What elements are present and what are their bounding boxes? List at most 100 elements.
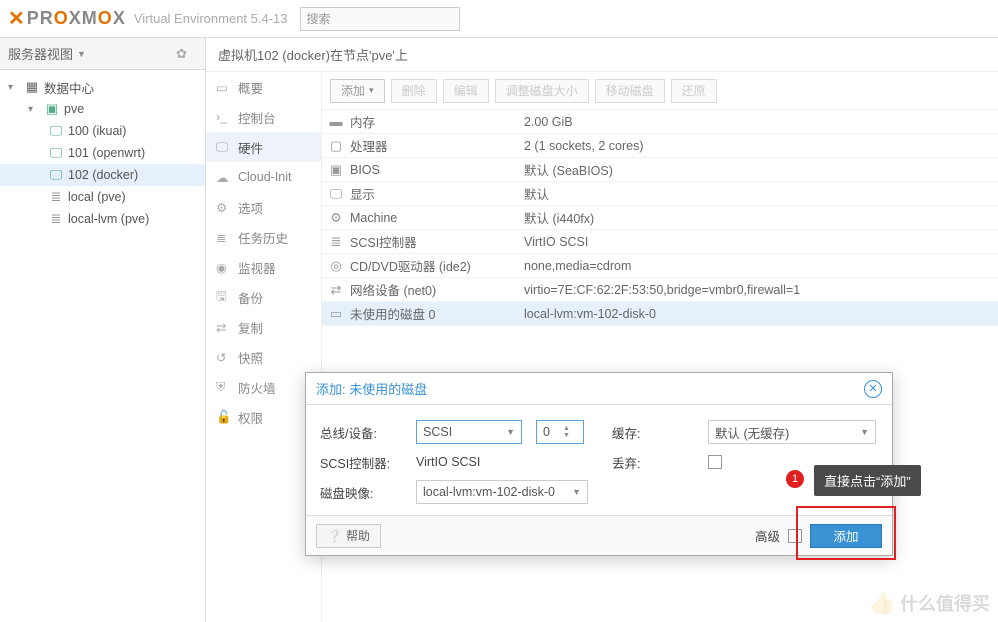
monitor-icon: 🖵 bbox=[48, 167, 64, 183]
nav-summary[interactable]: ▭概要 bbox=[206, 72, 321, 102]
tree-item-vm-101[interactable]: 🖵 101 (openwrt) bbox=[0, 142, 205, 164]
hw-row-cdrom[interactable]: ◎CD/DVD驱动器 (ide2)none,media=cdrom bbox=[322, 254, 998, 278]
nav-cloud-init[interactable]: ☁Cloud-Init bbox=[206, 162, 321, 192]
expander-icon[interactable]: ▾ bbox=[28, 104, 40, 115]
bus-number-stepper[interactable]: 0 ▲▼ bbox=[536, 420, 584, 444]
dialog-title: 添加: 未使用的磁盘 bbox=[316, 379, 427, 398]
tree-item-node[interactable]: ▾ ▣ pve bbox=[0, 98, 205, 120]
nav-firewall[interactable]: ⛨防火墙 bbox=[206, 372, 321, 402]
discard-checkbox[interactable] bbox=[708, 455, 722, 469]
disc-icon: ◎ bbox=[322, 258, 350, 274]
nav-hardware[interactable]: 🖵硬件 bbox=[206, 132, 321, 162]
hw-row-net[interactable]: ⇄网络设备 (net0)virtio=7E:CF:62:2F:53:50,bri… bbox=[322, 278, 998, 302]
chevron-down-icon: ▼ bbox=[77, 49, 86, 59]
env-version: Virtual Environment 5.4-13 bbox=[134, 11, 288, 26]
database-icon: ≣ bbox=[48, 211, 64, 227]
nav-options[interactable]: ⚙选项 bbox=[206, 192, 321, 222]
search-input[interactable]: 搜索 bbox=[300, 7, 460, 31]
tree-item-storage-local[interactable]: ≣ local (pve) bbox=[0, 186, 205, 208]
tree-item-vm-102[interactable]: 🖵 102 (docker) bbox=[0, 164, 205, 186]
remove-button[interactable]: 删除 bbox=[391, 79, 437, 103]
nav-console[interactable]: ›_控制台 bbox=[206, 102, 321, 132]
nav-replication[interactable]: ⇄复制 bbox=[206, 312, 321, 342]
lock-icon: 🔓 bbox=[216, 410, 230, 425]
chevron-down-icon: ▾ bbox=[369, 85, 374, 96]
tree-item-vm-100[interactable]: 🖵 100 (ikuai) bbox=[0, 120, 205, 142]
discard-label: 丢弃: bbox=[612, 453, 700, 472]
chevron-down-icon: ▼ bbox=[572, 487, 581, 497]
move-disk-button[interactable]: 移动磁盘 bbox=[595, 79, 665, 103]
logo-x-icon: ✕ bbox=[8, 6, 25, 31]
expander-icon[interactable]: ▾ bbox=[8, 82, 20, 93]
dialog-add-button[interactable]: 添加 bbox=[810, 524, 882, 548]
logo-text: PROXMOX bbox=[27, 8, 126, 29]
top-header: ✕ PROXMOX Virtual Environment 5.4-13 搜索 bbox=[0, 0, 998, 38]
chevron-down-icon: ▼ bbox=[860, 427, 869, 437]
restore-button[interactable]: 还原 bbox=[671, 79, 717, 103]
network-icon: ⇄ bbox=[322, 282, 350, 298]
cache-label: 缓存: bbox=[612, 423, 700, 442]
dialog-body: 总线/设备: SCSI ▼ 0 ▲▼ SCSI控制器: VirtIO SCSI … bbox=[306, 405, 892, 515]
gear-icon: ⚙ bbox=[216, 200, 230, 215]
advanced-checkbox[interactable] bbox=[788, 529, 802, 543]
edit-button[interactable]: 编辑 bbox=[443, 79, 489, 103]
logo: ✕ PROXMOX bbox=[8, 6, 126, 31]
tree-item-storage-local-lvm[interactable]: ≣ local-lvm (pve) bbox=[0, 208, 205, 230]
bus-type-select[interactable]: SCSI ▼ bbox=[416, 420, 522, 444]
dialog-left-col: 总线/设备: SCSI ▼ 0 ▲▼ SCSI控制器: VirtIO SCSI … bbox=[320, 417, 588, 507]
nav-monitor[interactable]: ◉监视器 bbox=[206, 252, 321, 282]
hw-row-memory[interactable]: ▬内存2.00 GiB bbox=[322, 110, 998, 134]
watermark: 👍 什么值得买 bbox=[869, 590, 990, 616]
thumbs-up-icon: 👍 bbox=[869, 590, 896, 616]
cpu-icon: ▢ bbox=[322, 138, 350, 154]
add-button[interactable]: 添加▾ bbox=[330, 79, 385, 103]
hw-row-cpu[interactable]: ▢处理器2 (1 sockets, 2 cores) bbox=[322, 134, 998, 158]
server-view-dropdown[interactable]: 服务器视图 ▼ bbox=[8, 44, 86, 63]
nav-task-history[interactable]: ≣任务历史 bbox=[206, 222, 321, 252]
list-icon: ≣ bbox=[216, 230, 230, 245]
help-icon: ❔ bbox=[327, 529, 342, 543]
add-unused-disk-dialog: 添加: 未使用的磁盘 ✕ 总线/设备: SCSI ▼ 0 ▲▼ SCSI控制器:… bbox=[305, 372, 893, 556]
shield-icon: ⛨ bbox=[216, 380, 230, 395]
breadcrumb: 虚拟机102 (docker)在节点'pve'上 bbox=[206, 38, 998, 72]
dialog-header[interactable]: 添加: 未使用的磁盘 ✕ bbox=[306, 373, 892, 405]
hdd-icon: ▭ bbox=[322, 306, 350, 322]
hardware-table: ▬内存2.00 GiB ▢处理器2 (1 sockets, 2 cores) ▣… bbox=[322, 110, 998, 326]
settings-icon[interactable]: ✿ bbox=[176, 46, 187, 62]
nav-snapshot[interactable]: ↺快照 bbox=[206, 342, 321, 372]
server-icon: ▣ bbox=[44, 101, 60, 117]
scsi-ctrl-value: VirtIO SCSI bbox=[416, 455, 480, 469]
help-button[interactable]: ❔ 帮助 bbox=[316, 524, 381, 548]
disk-image-select[interactable]: local-lvm:vm-102-disk-0 ▼ bbox=[416, 480, 588, 504]
datacenter-icon: ▦ bbox=[24, 79, 40, 95]
hardware-toolbar: 添加▾ 删除 编辑 调整磁盘大小 移动磁盘 还原 bbox=[322, 72, 998, 110]
hw-row-bios[interactable]: ▣BIOS默认 (SeaBIOS) bbox=[322, 158, 998, 182]
resize-disk-button[interactable]: 调整磁盘大小 bbox=[495, 79, 589, 103]
hw-row-display[interactable]: 🖵显示默认 bbox=[322, 182, 998, 206]
bus-label: 总线/设备: bbox=[320, 423, 408, 442]
scsi-ctrl-label: SCSI控制器: bbox=[320, 453, 408, 472]
monitor-icon: 🖵 bbox=[48, 123, 64, 139]
search-placeholder: 搜索 bbox=[307, 10, 331, 27]
spinner-icon[interactable]: ▲▼ bbox=[563, 425, 577, 439]
database-icon: ≣ bbox=[322, 234, 350, 250]
nav-permissions[interactable]: 🔓权限 bbox=[206, 402, 321, 432]
cache-select[interactable]: 默认 (无缓存) ▼ bbox=[708, 420, 876, 444]
annotation-callout: 直接点击“添加” bbox=[814, 465, 921, 496]
book-icon: ▭ bbox=[216, 80, 230, 95]
chip-icon: ▣ bbox=[322, 162, 350, 178]
sync-icon: ⇄ bbox=[216, 320, 230, 335]
server-tree-sidebar: 服务器视图 ▼ ✿ ▾ ▦ 数据中心 ▾ ▣ pve 🖵 100 (ikuai)… bbox=[0, 38, 206, 622]
cloud-icon: ☁ bbox=[216, 170, 230, 185]
hw-row-scsi[interactable]: ≣SCSI控制器VirtIO SCSI bbox=[322, 230, 998, 254]
nav-backup[interactable]: 🖫备份 bbox=[206, 282, 321, 312]
tree-item-datacenter[interactable]: ▾ ▦ 数据中心 bbox=[0, 76, 205, 98]
eye-icon: ◉ bbox=[216, 260, 230, 275]
monitor-icon: 🖵 bbox=[48, 145, 64, 161]
disk-image-label: 磁盘映像: bbox=[320, 483, 408, 502]
close-icon[interactable]: ✕ bbox=[864, 380, 882, 398]
annotation-badge: 1 bbox=[786, 470, 804, 488]
hw-row-unused-disk[interactable]: ▭未使用的磁盘 0local-lvm:vm-102-disk-0 bbox=[322, 302, 998, 326]
hw-row-machine[interactable]: ⚙Machine默认 (i440fx) bbox=[322, 206, 998, 230]
monitor-icon: 🖵 bbox=[216, 140, 230, 155]
